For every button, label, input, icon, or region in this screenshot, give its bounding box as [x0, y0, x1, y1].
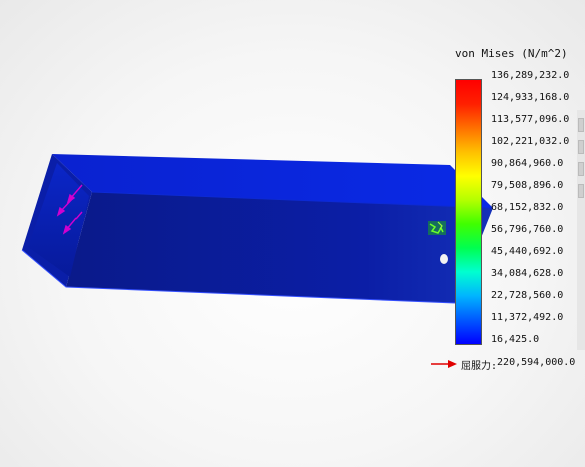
panel-edge-button[interactable] — [578, 184, 584, 198]
tube-model[interactable] — [21, 154, 494, 304]
colorbar-tick-label: 16,425.0 — [491, 334, 540, 345]
yield-value: 220,594,000.0 — [497, 356, 576, 368]
right-side-panel-edge[interactable] — [577, 110, 585, 350]
colorbar-tick-label: 102,221,032.0 — [491, 136, 570, 147]
panel-edge-button[interactable] — [578, 162, 584, 176]
colorbar-tick-label: 90,864,960.0 — [491, 158, 564, 169]
red-arrow-icon — [431, 360, 457, 368]
yield-label: 屈服力: — [461, 360, 498, 372]
colorbar-tick-label: 113,577,096.0 — [491, 114, 570, 125]
legend-title: von Mises (N/m^2) — [455, 47, 568, 60]
colorbar-tick-label: 79,508,896.0 — [491, 180, 564, 191]
colorbar-tick-label: 22,728,560.0 — [491, 290, 564, 301]
stress-hotspot — [428, 221, 446, 235]
colorbar-tick-label: 68,152,832.0 — [491, 202, 564, 213]
panel-edge-button[interactable] — [578, 118, 584, 132]
tube-front-face — [66, 192, 493, 303]
panel-edge-button[interactable] — [578, 140, 584, 154]
colorbar-tick-label: 124,933,168.0 — [491, 92, 570, 103]
yield-strength-row: 屈服力: 220,594,000.0 — [431, 356, 576, 372]
colorbar-tick-label: 136,289,232.0 — [491, 70, 570, 81]
colorbar-tick-label: 34,084,628.0 — [491, 268, 564, 279]
colorbar — [455, 79, 482, 345]
colorbar-tick-label: 11,372,492.0 — [491, 312, 564, 323]
colorbar-tick-label: 56,796,760.0 — [491, 224, 564, 235]
bolt-hole — [440, 254, 448, 264]
colorbar-tick-label: 45,440,692.0 — [491, 246, 564, 257]
